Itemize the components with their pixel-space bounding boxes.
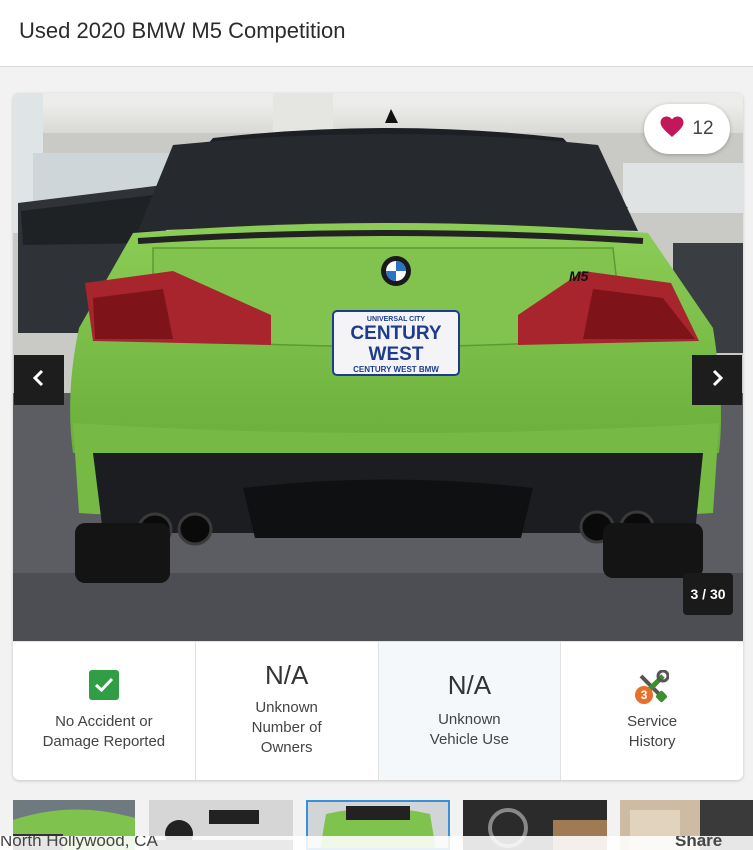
fact-vehicle-use[interactable]: N/A Unknown Vehicle Use [378, 642, 562, 780]
fact-use-line1: Unknown [438, 711, 501, 728]
fact-accident-line1: No Accident or [55, 713, 153, 730]
plate-line1: CENTURY [350, 323, 441, 344]
fact-owners-value: N/A [264, 660, 309, 690]
fact-use-line2: Vehicle Use [429, 731, 509, 748]
heart-icon [660, 116, 684, 143]
fact-accident-line2: Damage Reported [42, 733, 166, 750]
fact-owners[interactable]: N/A Unknown Number of Owners [196, 642, 379, 780]
wrench-screwdriver-icon: 3 [635, 669, 670, 704]
fact-service-history[interactable]: 3 Service History [561, 642, 743, 780]
chevron-right-icon [710, 369, 724, 392]
photo-counter: 3 / 30 [683, 573, 733, 615]
fact-owners-line1: Unknown [255, 699, 318, 716]
fact-owners-line2: Number of [251, 719, 322, 736]
page-header: Used 2020 BMW M5 Competition [0, 0, 753, 67]
share-button[interactable]: Share [675, 836, 722, 850]
favorite-button[interactable]: 12 [644, 104, 730, 154]
plate-line2: WEST [369, 344, 424, 365]
vehicle-facts: No Accident or Damage Reported N/A Unkno… [13, 641, 743, 780]
chevron-left-icon [32, 369, 46, 392]
bottom-bar: North Hollywood, CA Share [0, 836, 753, 850]
dealer-location: North Hollywood, CA [0, 836, 158, 850]
vehicle-photo[interactable]: M5 UNIVERSAL CITY CENTURY WEST CENTURY W… [13, 93, 743, 641]
fact-service-line1: Service [627, 713, 678, 730]
m5-badge: M5 [569, 268, 589, 284]
next-photo-button[interactable] [692, 355, 742, 405]
previous-photo-button[interactable] [14, 355, 64, 405]
check-icon [88, 670, 119, 700]
page-title: Used 2020 BMW M5 Competition [19, 18, 346, 43]
fact-owners-line3: Owners [260, 739, 313, 756]
fact-use-value: N/A [447, 670, 492, 700]
fact-service-line2: History [628, 733, 676, 750]
vehicle-card: M5 UNIVERSAL CITY CENTURY WEST CENTURY W… [13, 93, 743, 780]
plate-bottom-text: CENTURY WEST BMW [353, 365, 439, 374]
plate-top-text: UNIVERSAL CITY [367, 316, 426, 323]
fact-accident-history[interactable]: No Accident or Damage Reported [13, 642, 196, 780]
service-count-badge: 3 [635, 686, 654, 704]
favorite-count: 12 [692, 118, 714, 139]
